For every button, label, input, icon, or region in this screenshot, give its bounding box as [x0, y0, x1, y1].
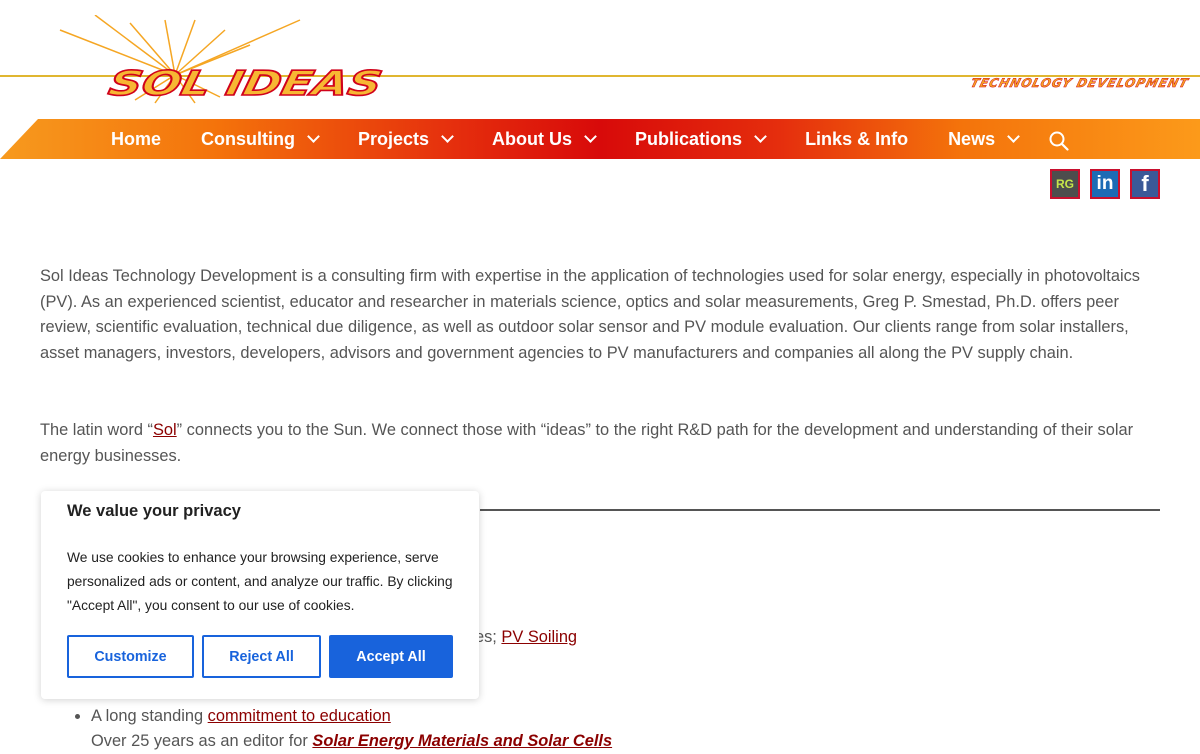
cookie-consent-banner: We value your privacy We use cookies to …	[41, 491, 479, 699]
logo-text: SOL IDEAS	[105, 64, 385, 104]
list-item: Over 25 years as an editor for Solar Ene…	[91, 729, 612, 754]
nav-label: Home	[111, 128, 162, 149]
nav-item-home[interactable]: Home	[111, 129, 161, 150]
chevron-down-icon	[584, 130, 597, 143]
cookie-banner-message: We use cookies to enhance your browsing …	[67, 550, 453, 613]
customize-button[interactable]: Customize	[67, 635, 194, 678]
cookie-banner-title: We value your privacy	[67, 502, 241, 520]
nav-item-projects[interactable]: Projects	[358, 128, 454, 150]
commitment-to-education-link[interactable]: commitment to education	[208, 707, 391, 725]
chevron-down-icon	[307, 130, 320, 143]
nav-label: Projects	[358, 128, 430, 149]
nav-label: News	[948, 128, 996, 149]
nav-label: Publications	[635, 128, 743, 149]
nav-items: Home Consulting Projects About Us Public…	[111, 119, 1058, 159]
nav-label: Consulting	[201, 128, 295, 149]
highlights-list: A long standing commitment to education …	[72, 704, 612, 754]
intro-section: Sol Ideas Technology Development is a co…	[40, 264, 1165, 366]
nav-item-news[interactable]: News	[948, 128, 1020, 150]
sol-link[interactable]: Sol	[153, 421, 177, 439]
chevron-down-icon	[1007, 130, 1020, 143]
list-item-text: Over 25 years as an editor for	[91, 732, 313, 750]
nav-item-about-us[interactable]: About Us	[492, 128, 597, 150]
researchgate-label: RG	[1056, 177, 1074, 191]
linkedin-label: in	[1096, 173, 1114, 194]
solar-energy-materials-link[interactable]: Solar Energy Materials and Solar Cells	[312, 732, 612, 750]
facebook-label: f	[1141, 171, 1149, 196]
chevron-down-icon	[441, 130, 454, 143]
reject-all-button[interactable]: Reject All	[202, 635, 321, 678]
latin-paragraph: The latin word “Sol” connects you to the…	[40, 418, 1165, 469]
search-icon[interactable]	[1049, 131, 1069, 151]
section-divider	[480, 509, 1160, 511]
services-line-fragment: es; PV Soiling	[475, 628, 577, 647]
tagline: TECHNOLOGY DEVELOPMENT	[968, 76, 1191, 91]
accept-all-button[interactable]: Accept All	[329, 635, 453, 678]
nav-item-consulting[interactable]: Consulting	[201, 128, 320, 150]
latin-text-after: ” connects you to the Sun. We connect th…	[40, 421, 1134, 465]
list-item: A long standing commitment to education	[91, 704, 612, 729]
facebook-icon[interactable]: f	[1130, 169, 1160, 199]
nav-label: About Us	[492, 128, 573, 149]
site-header: SOL IDEAS TECHNOLOGY DEVELOPMENT	[0, 0, 1200, 118]
researchgate-icon[interactable]: RG	[1050, 169, 1080, 199]
pv-soiling-link[interactable]: PV Soiling	[501, 628, 577, 646]
nav-item-publications[interactable]: Publications	[635, 128, 767, 150]
latin-text-before: The latin word “	[40, 421, 153, 439]
nav-item-links-info[interactable]: Links & Info	[805, 129, 908, 150]
list-item-text: A long standing	[91, 707, 208, 725]
intro-paragraph: Sol Ideas Technology Development is a co…	[40, 267, 1141, 362]
sol-ideas-logo[interactable]: SOL IDEAS	[55, 15, 395, 105]
linkedin-icon[interactable]: in	[1090, 169, 1120, 199]
chevron-down-icon	[754, 130, 767, 143]
nav-label: Links & Info	[805, 128, 909, 149]
main-navigation: Home Consulting Projects About Us Public…	[0, 119, 1200, 159]
